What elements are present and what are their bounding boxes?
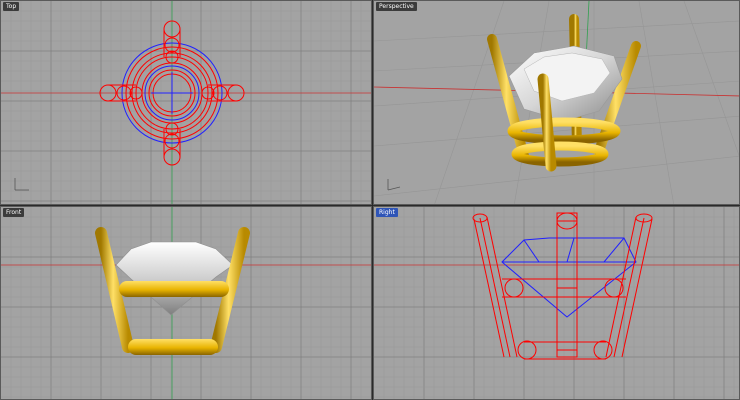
viewport-label-perspective[interactable]: Perspective	[376, 2, 417, 11]
viewport-top[interactable]: Top	[0, 0, 372, 205]
ring-setting-model	[487, 14, 641, 172]
grid-lines	[1, 1, 371, 204]
ring-setting-model	[95, 226, 250, 355]
axis-triad-icon	[14, 178, 29, 191]
viewport-front[interactable]: Front	[0, 206, 372, 400]
viewport-perspective[interactable]: Perspective	[373, 0, 740, 205]
viewport-label-top[interactable]: Top	[3, 2, 20, 11]
viewport-label-right[interactable]: Right	[376, 208, 398, 217]
grid-lines	[1, 207, 371, 399]
viewport-label-front[interactable]: Front	[3, 208, 25, 217]
right-view-canvas	[374, 207, 739, 399]
viewport-grid: Top Perspective Front Right	[0, 0, 740, 400]
front-view-canvas	[1, 207, 371, 399]
top-view-canvas	[1, 1, 371, 204]
axis-triad-icon	[387, 179, 401, 191]
perspective-view-canvas	[374, 1, 739, 204]
top-wireframe	[99, 20, 245, 166]
viewport-right[interactable]: Right	[373, 206, 740, 400]
